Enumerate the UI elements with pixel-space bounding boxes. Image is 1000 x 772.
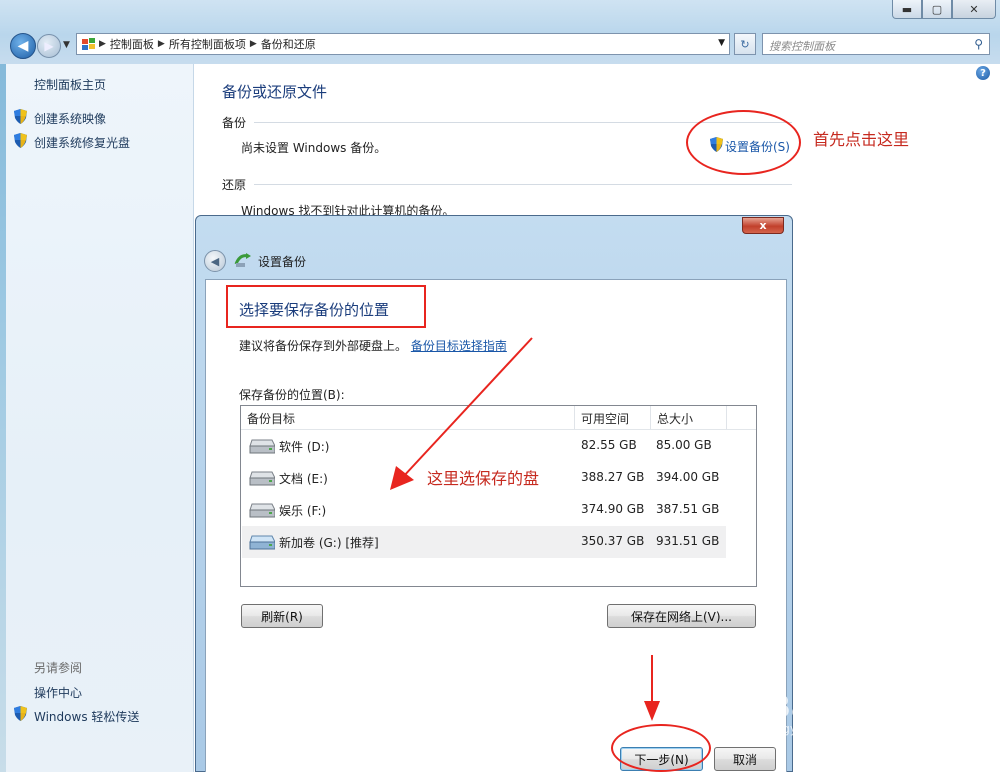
column-header-free[interactable]: 可用空间 bbox=[575, 406, 651, 430]
maximize-button[interactable]: ▢ bbox=[922, 0, 952, 19]
annotation-ellipse bbox=[686, 110, 801, 175]
window-titlebar: ▬ ▢ ✕ ◀ ▶ ▼ ▶ 控制面板 ▶ 所有控制面板项 ▶ 备份和还原 ▼ ↻… bbox=[0, 0, 1000, 64]
shield-icon bbox=[14, 133, 28, 149]
drive-name: 软件 (D:) bbox=[279, 440, 330, 454]
drive-name: 文档 (E:) bbox=[279, 472, 328, 486]
annotation-first-click: 首先点击这里 bbox=[813, 130, 910, 149]
backup-heading: 备份 bbox=[222, 116, 247, 130]
see-also-heading: 另请参阅 bbox=[34, 661, 83, 675]
search-input[interactable]: 搜索控制面板 ⚲ bbox=[762, 33, 990, 55]
sidebar-home-link[interactable]: 控制面板主页 bbox=[34, 76, 106, 93]
refresh-button[interactable]: ↻ bbox=[734, 33, 756, 55]
refresh-icon: ↻ bbox=[740, 37, 750, 51]
column-header-filler bbox=[727, 406, 756, 430]
annotation-choose-disk: 这里选保存的盘 bbox=[427, 469, 540, 488]
annotation-box bbox=[226, 285, 426, 328]
window-controls: ▬ ▢ ✕ bbox=[892, 0, 996, 19]
breadcrumb-all-items[interactable]: 所有控制面板项 bbox=[169, 36, 246, 52]
sidebar-item-create-repair-disc[interactable]: 创建系统修复光盘 bbox=[34, 134, 130, 151]
arrow-right-icon: ▶ bbox=[44, 39, 54, 53]
drive-name: 新加卷 (G:) [推荐] bbox=[279, 536, 379, 550]
dialog-close-button[interactable]: x bbox=[742, 217, 784, 234]
save-on-network-button[interactable]: 保存在网络上(V)... bbox=[607, 604, 756, 628]
shield-icon bbox=[14, 706, 28, 722]
table-row[interactable]: 新加卷 (G:) [推荐] 350.37 GB 931.51 GB bbox=[242, 526, 726, 558]
breadcrumb-separator-icon: ▶ bbox=[99, 39, 106, 49]
forward-button[interactable]: ▶ bbox=[37, 34, 61, 58]
back-button[interactable]: ◀ bbox=[10, 33, 36, 59]
cancel-button[interactable]: 取消 bbox=[714, 747, 776, 771]
annotation-ellipse bbox=[611, 724, 711, 772]
drive-free: 388.27 GB bbox=[581, 470, 645, 484]
arrow-left-icon: ◀ bbox=[17, 38, 29, 54]
restore-heading: 还原 bbox=[222, 178, 247, 192]
dialog-window-title: 设置备份 bbox=[258, 254, 307, 269]
dialog-header: ◀ 设置备份 bbox=[204, 244, 784, 278]
breadcrumb-backup-restore[interactable]: 备份和还原 bbox=[261, 36, 316, 52]
sidebar: 控制面板主页 创建系统映像 创建系统修复光盘 另请参阅 操作中心 Windows… bbox=[6, 64, 194, 772]
dialog-back-button[interactable]: ◀ bbox=[204, 250, 226, 272]
drive-total: 387.51 GB bbox=[656, 502, 720, 516]
minimize-button[interactable]: ▬ bbox=[892, 0, 922, 19]
address-bar[interactable]: ▶ 控制面板 ▶ 所有控制面板项 ▶ 备份和还原 ▼ bbox=[76, 33, 730, 55]
search-icon[interactable]: ⚲ bbox=[974, 37, 983, 51]
divider bbox=[254, 184, 792, 185]
drive-free: 82.55 GB bbox=[581, 438, 637, 452]
sidebar-item-action-center[interactable]: 操作中心 bbox=[34, 684, 82, 701]
hard-drive-icon bbox=[247, 501, 276, 519]
backup-icon bbox=[234, 252, 252, 271]
recent-pages-dropdown[interactable]: ▼ bbox=[63, 40, 70, 50]
shield-icon bbox=[14, 109, 28, 125]
drive-total: 85.00 GB bbox=[656, 438, 712, 452]
backup-status: 尚未设置 Windows 备份。 bbox=[241, 141, 387, 155]
drive-free: 350.37 GB bbox=[581, 534, 645, 548]
help-icon[interactable]: ? bbox=[976, 66, 990, 80]
refresh-list-button[interactable]: 刷新(R) bbox=[241, 604, 323, 628]
drive-total: 394.00 GB bbox=[656, 470, 720, 484]
page-title: 备份或还原文件 bbox=[222, 83, 328, 101]
baidu-watermark: Baidu经验 bbox=[768, 690, 925, 725]
close-button[interactable]: ✕ bbox=[952, 0, 996, 19]
sidebar-item-easy-transfer[interactable]: Windows 轻松传送 bbox=[34, 708, 139, 725]
drive-total: 931.51 GB bbox=[656, 534, 720, 548]
breadcrumb-control-panel[interactable]: 控制面板 bbox=[110, 36, 154, 52]
arrow-left-icon: ◀ bbox=[210, 254, 220, 268]
hard-drive-icon bbox=[247, 437, 276, 455]
breadcrumb-separator-icon[interactable]: ▶ bbox=[158, 39, 165, 49]
address-history-dropdown[interactable]: ▼ bbox=[718, 38, 725, 48]
drive-name: 娱乐 (F:) bbox=[279, 504, 327, 518]
column-header-total[interactable]: 总大小 bbox=[651, 406, 727, 430]
breadcrumb-separator-icon[interactable]: ▶ bbox=[250, 39, 257, 49]
drive-free: 374.90 GB bbox=[581, 502, 645, 516]
search-placeholder: 搜索控制面板 bbox=[769, 40, 835, 53]
location-label: 保存备份的位置(B): bbox=[239, 388, 345, 402]
csdn-credit: CSDN @夜来风雨声~ bbox=[808, 743, 949, 759]
hard-drive-icon bbox=[247, 469, 276, 487]
external-drive-icon bbox=[247, 533, 276, 551]
annotation-down-arrow-icon bbox=[644, 655, 660, 721]
watermark-url: jingyan.baidu.com bbox=[768, 722, 879, 736]
control-panel-icon bbox=[81, 37, 97, 51]
sidebar-item-create-system-image[interactable]: 创建系统映像 bbox=[34, 110, 106, 127]
